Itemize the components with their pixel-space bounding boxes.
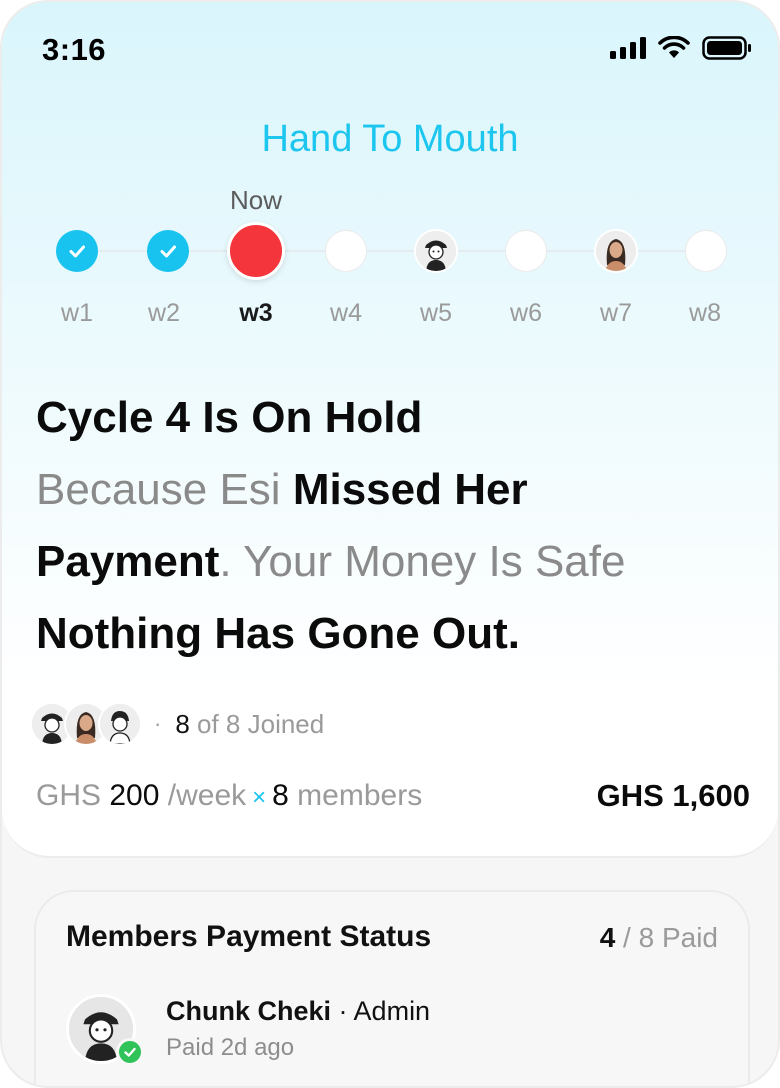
headline-line-4: Nothing Has Gone Out. <box>36 609 520 658</box>
paid-check-icon <box>116 1038 144 1066</box>
member-role: Admin <box>353 996 431 1026</box>
paid-count-rest: / 8 Paid <box>615 922 718 953</box>
member-name-line[interactable]: Chunk Cheki · Admin <box>166 996 430 1027</box>
week-label-w7: w7 <box>600 299 632 327</box>
week-label-w5: w5 <box>420 299 452 327</box>
battery-icon <box>702 36 751 60</box>
pool-total: GHS 1,600 <box>596 778 750 813</box>
members-label: members <box>288 779 423 812</box>
joined-members-row[interactable]: · 8 of 8 Joined <box>30 702 324 746</box>
contribution-formula: GHS 200 /week × 8 members <box>36 779 422 813</box>
headline-because: Because Esi <box>36 465 293 514</box>
multiply-icon: × <box>252 784 267 811</box>
week-label-w6: w6 <box>510 299 542 327</box>
headline-missed: Missed Her <box>292 465 528 514</box>
member-payment-status: Paid 2d ago <box>166 1034 295 1061</box>
members-payment-status-card[interactable]: Members Payment Status 4 / 8 Paid Chunk … <box>34 890 750 1086</box>
phone-frame: 3:16 Hand To Mouth Now w1 w2 w3 w4 w5 w6… <box>0 0 780 1088</box>
cellular-signal-icon <box>610 37 646 59</box>
paid-count-number: 4 <box>599 922 616 953</box>
member-avatar-boy-icon <box>416 231 456 271</box>
member-avatar-man-icon <box>100 704 140 744</box>
now-label: Now <box>229 185 282 215</box>
currency-label: GHS <box>36 779 110 812</box>
week-label-w3: w3 <box>239 299 273 327</box>
headline-payment: Payment <box>36 537 220 586</box>
wifi-icon <box>658 36 690 58</box>
headline-line-3: Payment. Your Money Is Safe <box>36 526 756 598</box>
joined-count-text: 8 of 8 Joined <box>175 709 324 740</box>
week-node-w7-avatar[interactable] <box>594 229 638 273</box>
week-node-w1[interactable] <box>56 230 98 272</box>
status-icons <box>610 36 752 60</box>
joined-rest: of 8 Joined <box>189 708 325 739</box>
joined-count: 8 <box>175 708 190 739</box>
member-name: Chunk Cheki <box>166 996 332 1026</box>
contribution-row: GHS 200 /week × 8 members GHS 1,600 <box>36 778 750 814</box>
members-count: 8 <box>272 779 289 812</box>
week-label-w8: w8 <box>689 299 721 327</box>
headline-safe: . Your Money Is Safe <box>219 537 626 586</box>
week-label-w2: w2 <box>148 299 180 327</box>
avatar <box>98 702 142 746</box>
week-node-w3-current[interactable] <box>227 222 285 280</box>
member-role-separator: · <box>331 996 354 1026</box>
check-icon <box>160 245 176 258</box>
cycle-summary-card: 3:16 Hand To Mouth Now w1 w2 w3 w4 w5 w6… <box>2 2 778 858</box>
paid-count: 4 / 8 Paid <box>600 922 718 954</box>
members-card-title: Members Payment Status <box>66 920 432 953</box>
week-node-w6[interactable] <box>505 230 547 272</box>
week-node-w4[interactable] <box>325 230 367 272</box>
app-title: Hand To Mouth <box>261 118 519 160</box>
cycle-status-headline: Cycle 4 Is On Hold Because Esi Missed He… <box>36 382 756 670</box>
period-label: /week <box>159 779 247 812</box>
headline-line-1: Cycle 4 Is On Hold <box>36 393 423 442</box>
headline-line-2: Because Esi Missed Her <box>36 454 756 526</box>
week-node-w8[interactable] <box>685 230 727 272</box>
joined-separator: · <box>154 711 162 736</box>
week-node-w5-avatar[interactable] <box>414 229 458 273</box>
week-label-w4: w4 <box>330 299 362 327</box>
member-avatar-woman-icon <box>596 231 636 271</box>
check-icon <box>69 245 85 258</box>
weekly-amount: 200 <box>109 779 160 812</box>
status-time: 3:16 <box>42 32 107 67</box>
week-label-w1: w1 <box>61 299 93 327</box>
week-node-w2[interactable] <box>147 230 189 272</box>
